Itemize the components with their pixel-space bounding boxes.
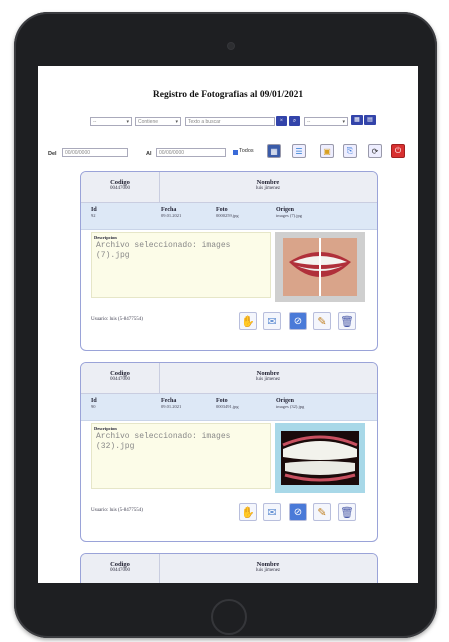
folder-icon[interactable]: ▣	[320, 144, 334, 158]
refresh-icon[interactable]: ⟳	[368, 144, 382, 158]
date-from-input[interactable]: 00/00/0000	[62, 148, 128, 157]
user-info: Usuario: luis (5-8477554)	[91, 508, 143, 513]
clear-icon[interactable]: ×	[276, 116, 287, 126]
descripcion-label: Descripcion	[94, 235, 117, 240]
search-input[interactable]: Texto a buscar	[185, 117, 275, 126]
codigo-label: Codigo	[110, 370, 130, 377]
trash-icon[interactable]: 🗑	[338, 503, 356, 521]
page-title: Registro de Fotografias al 09/01/2021	[152, 90, 304, 100]
screen: Registro de Fotografias al 09/01/2021 --…	[38, 66, 418, 583]
id-value: 92	[91, 213, 96, 218]
list-icon[interactable]: ▤	[364, 115, 376, 125]
order-select[interactable]: -- ▾	[304, 117, 348, 126]
record-card: Codigo 00447000 Nombre luis jimenez Id 9…	[80, 362, 378, 542]
descripcion-text: Archivo seleccionado: images (32).jpg	[96, 432, 231, 451]
camera-icon	[228, 43, 234, 49]
teeth-photo[interactable]	[275, 423, 365, 493]
foto-value: 0000259.jpg	[216, 213, 239, 218]
date-to-label: Al	[146, 151, 152, 157]
id-value: 90	[91, 404, 96, 409]
fecha-value: 09.01.2021	[161, 404, 182, 409]
codigo-value: 00447000	[110, 568, 130, 573]
table-view-icon[interactable]: ▦	[267, 144, 281, 158]
description-box: Descripcion Archivo seleccionado: images…	[91, 232, 271, 298]
home-button[interactable]	[211, 599, 247, 635]
card-meta: Id 92 Fecha 09.01.2021 Foto 0000259.jpg …	[81, 203, 377, 230]
operator-select[interactable]: Contiene ▾	[135, 117, 181, 126]
card-meta: Id 90 Fecha 09.01.2021 Foto 0003491.jpg …	[81, 394, 377, 421]
record-card: Codigo 00447000 Nombre luis jimenez Id 9…	[80, 171, 378, 351]
foto-value: 0003491.jpg	[216, 404, 239, 409]
card-header: Codigo 00447000 Nombre luis jimenez	[81, 554, 377, 583]
delete-photo-icon[interactable]: ⊘	[289, 503, 307, 521]
edit-icon[interactable]: ✎	[313, 503, 331, 521]
trash-icon[interactable]: 🗑	[338, 312, 356, 330]
user-info: Usuario: luis (5-8477554)	[91, 317, 143, 322]
origen-value: images (32).jpg	[276, 404, 305, 409]
delete-photo-icon[interactable]: ⊘	[289, 312, 307, 330]
chevron-down-icon: ▾	[126, 119, 129, 125]
descripcion-label: Descripcion	[94, 426, 117, 431]
teeth-image	[275, 232, 365, 302]
chevron-down-icon: ▾	[175, 119, 178, 125]
description-box: Descripcion Archivo seleccionado: images…	[91, 423, 271, 489]
document-view-icon[interactable]: ✉	[263, 503, 281, 521]
nombre-label: Nombre	[256, 370, 280, 377]
codigo-label: Codigo	[110, 179, 130, 186]
document-view-icon[interactable]: ✉	[263, 312, 281, 330]
all-checkbox[interactable]	[233, 150, 238, 155]
smile-photo[interactable]	[275, 232, 365, 302]
codigo-value: 00447000	[110, 186, 130, 191]
codigo-label: Codigo	[110, 561, 130, 568]
edit-icon[interactable]: ✎	[313, 312, 331, 330]
field-select[interactable]: -- ▾	[90, 117, 132, 126]
nombre-value: luis jimenez	[255, 568, 281, 573]
date-from-label: Del	[48, 151, 57, 157]
nombre-value: luis jimenez	[255, 186, 281, 191]
all-label: Todos	[239, 148, 254, 154]
record-card: Codigo 00447000 Nombre luis jimenez	[80, 553, 378, 583]
grid-icon[interactable]: ▦	[351, 115, 363, 125]
rows-view-icon[interactable]: ☰	[292, 144, 306, 158]
power-icon[interactable]: ⏻	[391, 144, 405, 158]
card-header: Codigo 00447000 Nombre luis jimenez	[81, 172, 377, 203]
card-header: Codigo 00447000 Nombre luis jimenez	[81, 363, 377, 394]
fecha-value: 09.01.2021	[161, 213, 182, 218]
codigo-value: 00447000	[110, 377, 130, 382]
hand-icon[interactable]: ✋	[239, 503, 257, 521]
search-icon[interactable]: ⌕	[289, 116, 300, 126]
nombre-label: Nombre	[256, 179, 280, 186]
teeth-image	[275, 423, 365, 493]
origen-value: images (7).jpg	[276, 213, 302, 218]
document-icon[interactable]: ⎘	[343, 144, 357, 158]
chevron-down-icon: ▾	[342, 119, 345, 125]
descripcion-text: Archivo seleccionado: images (7).jpg	[96, 241, 231, 260]
nombre-value: luis jimenez	[255, 377, 281, 382]
date-to-input[interactable]: 00/00/0000	[156, 148, 226, 157]
hand-icon[interactable]: ✋	[239, 312, 257, 330]
nombre-label: Nombre	[256, 561, 280, 568]
